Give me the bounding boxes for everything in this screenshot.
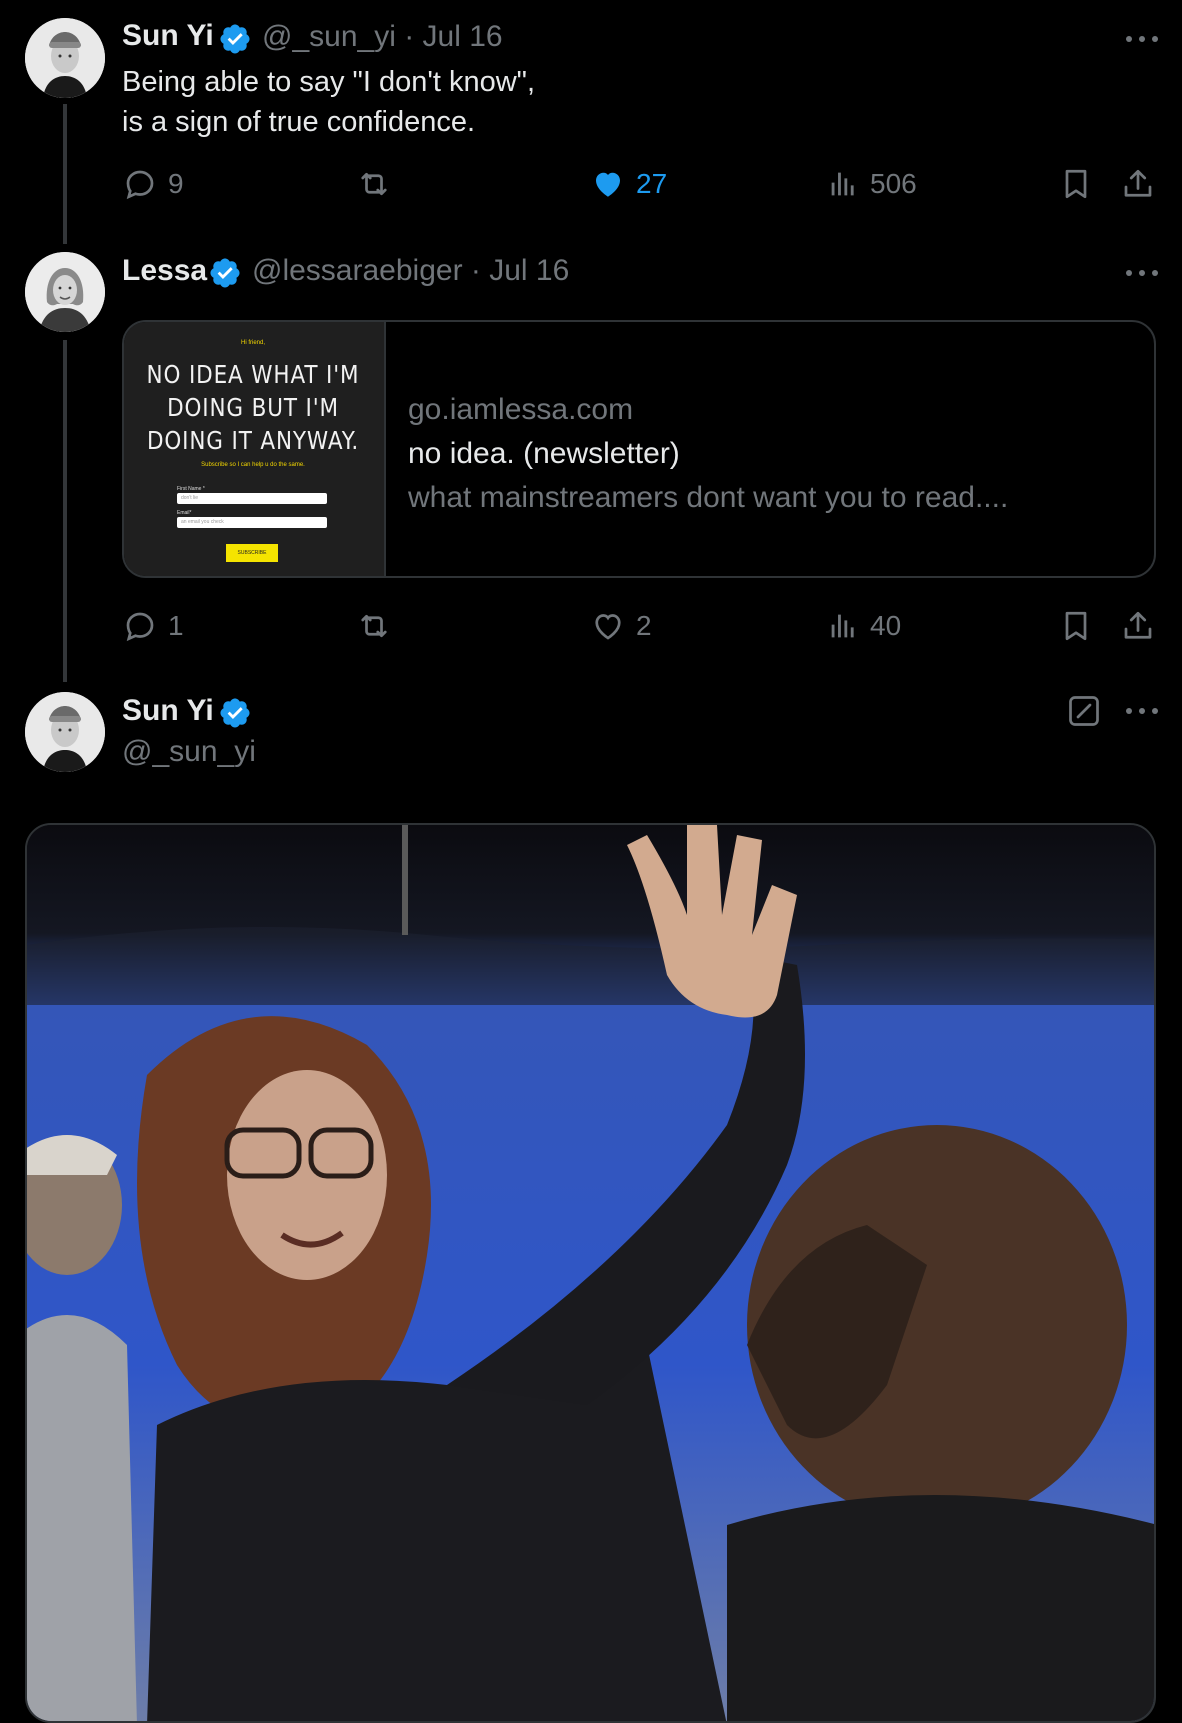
tweet-media-gif[interactable] (25, 823, 1156, 1723)
more-dots-icon[interactable] (1124, 706, 1160, 716)
card-text: go.iamlessa.com no idea. (newsletter) wh… (408, 388, 1008, 520)
thumbnail-email-label: Email* (177, 510, 192, 516)
share-button[interactable] (1120, 608, 1156, 644)
view-count: 506 (870, 168, 917, 199)
thumbnail-headline: NO IDEA WHAT I'M DOING BUT I'M DOING IT … (142, 358, 364, 457)
author-handle[interactable]: @_sun_yi (262, 20, 396, 53)
tweet-date[interactable]: Jul 16 (423, 20, 503, 53)
gif-image (27, 825, 1154, 1721)
thread-line (63, 340, 67, 682)
thumbnail-subscribe-button: SUBSCRIBE (226, 544, 278, 562)
retweet-icon (354, 608, 394, 644)
link-card[interactable]: Hi friend, NO IDEA WHAT I'M DOING BUT I'… (122, 320, 1156, 578)
bar-chart-icon (826, 608, 860, 644)
view-count: 40 (870, 610, 902, 641)
author-name[interactable]: Sun Yi (122, 694, 214, 728)
thumbnail-headline-line: DOING IT ANYWAY. (146, 426, 360, 455)
more-dots-icon[interactable] (1124, 34, 1160, 44)
author-handle-line[interactable]: @_sun_yi · Jul 16 (262, 20, 503, 54)
separator-dot: · (404, 20, 415, 53)
thread-line (63, 104, 67, 244)
speech-bubble-icon (122, 608, 158, 644)
author-handle[interactable]: @_sun_yi (122, 735, 256, 769)
thumbnail-greeting: Hi friend, (240, 340, 265, 346)
avatar[interactable] (25, 692, 105, 772)
reply-count: 9 (168, 168, 184, 199)
verified-badge-icon (218, 22, 252, 56)
like-button[interactable]: 27 (590, 166, 667, 202)
author-handle-line[interactable]: @lessaraebiger · Jul 16 (252, 254, 569, 288)
card-domain: go.iamlessa.com (408, 393, 634, 426)
bookmark-icon (1058, 166, 1094, 202)
thumbnail-first-name-label: First Name * (177, 486, 205, 492)
thumbnail-headline-line: NO IDEA WHAT I'M (146, 360, 360, 389)
share-button[interactable] (1120, 166, 1156, 202)
author-name[interactable]: Sun Yi (122, 19, 214, 53)
heart-icon (590, 166, 626, 202)
thumbnail-first-name-input: don't lie (177, 493, 327, 504)
reply-button[interactable]: 1 (122, 608, 184, 644)
separator-dot: · (470, 254, 481, 287)
more-dots-icon[interactable] (1124, 268, 1160, 278)
like-count: 2 (636, 610, 652, 641)
retweet-button[interactable] (354, 166, 394, 202)
tweet-text: Being able to say "I don't know", is a s… (122, 62, 535, 142)
tweet-text-line: is a sign of true confidence. (122, 106, 476, 138)
reply-count: 1 (168, 610, 184, 641)
thumbnail-subtext: Subscribe so I can help u do the same. (201, 462, 305, 468)
like-count: 27 (636, 168, 668, 199)
verified-badge-icon (218, 696, 252, 730)
card-title: no idea. (newsletter) (408, 437, 680, 470)
reply-button[interactable]: 9 (122, 166, 184, 202)
tweet-date[interactable]: Jul 16 (489, 254, 569, 287)
like-button[interactable]: 2 (590, 608, 652, 644)
verified-badge-icon (208, 256, 242, 290)
author-name[interactable]: Lessa (122, 254, 207, 288)
views-button[interactable]: 40 (826, 608, 901, 644)
speech-bubble-icon (122, 166, 158, 202)
views-button[interactable]: 506 (826, 166, 917, 202)
heart-icon (590, 608, 626, 644)
card-thumbnail: Hi friend, NO IDEA WHAT I'M DOING BUT I'… (124, 322, 386, 576)
bookmark-icon (1058, 608, 1094, 644)
bar-chart-icon (826, 166, 860, 202)
bookmark-button[interactable] (1058, 608, 1094, 644)
share-icon (1120, 166, 1156, 202)
thumbnail-headline-line: DOING BUT I'M (167, 393, 339, 422)
retweet-button[interactable] (354, 608, 394, 644)
tweet-text-line: Being able to say "I don't know", (122, 66, 536, 98)
thumbnail-email-input: an email you check (177, 517, 327, 528)
avatar[interactable] (25, 252, 105, 332)
author-handle[interactable]: @lessaraebiger (252, 254, 463, 287)
card-description: what mainstreamers dont want you to read… (408, 481, 1009, 514)
avatar[interactable] (25, 18, 105, 98)
retweet-icon (354, 166, 394, 202)
edit-icon[interactable] (1066, 693, 1102, 729)
share-icon (1120, 608, 1156, 644)
bookmark-button[interactable] (1058, 166, 1094, 202)
